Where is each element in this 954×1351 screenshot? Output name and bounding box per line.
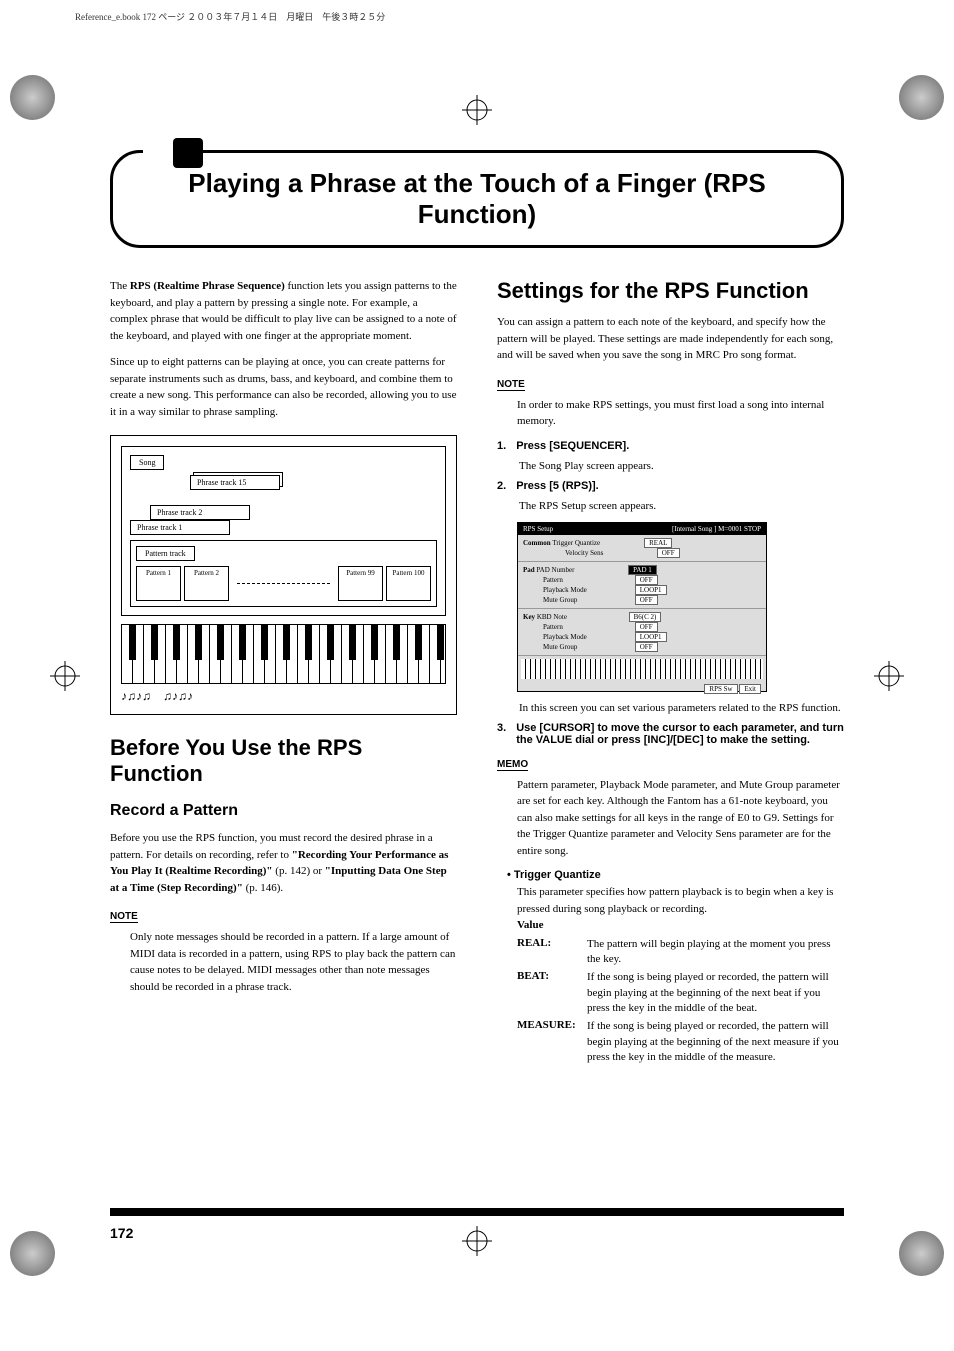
intro-paragraph-2: Since up to eight patterns can be playin… (110, 354, 457, 420)
screen-title: RPS Setup (523, 525, 553, 533)
value-beat-label: BEAT: (517, 970, 582, 1016)
value-beat-desc: If the song is being played or recorded,… (587, 970, 844, 1016)
intro-paragraph-1: The RPS (Realtime Phrase Sequence) funct… (110, 278, 457, 344)
screen-common: Common (523, 539, 551, 547)
header-filename-info: Reference_e.book 172 ページ ２００３年７月１４日 月曜日 … (75, 10, 385, 23)
value-real-label: REAL: (517, 937, 582, 968)
screen-kbdnote: KBD Note (537, 613, 627, 621)
step2-desc: The RPS Setup screen appears. (519, 500, 844, 512)
screen-kpattern-val: OFF (635, 622, 658, 632)
left-column: The RPS (Realtime Phrase Sequence) funct… (110, 278, 457, 1069)
step1-desc: The Song Play screen appears. (519, 460, 844, 472)
step3-text: Use [CURSOR] to move the cursor to each … (516, 722, 844, 746)
step3-number: 3. (497, 722, 506, 746)
screen-mute-val: OFF (635, 595, 658, 605)
settings-intro: You can assign a pattern to each note of… (497, 314, 844, 364)
registration-circle-tr (899, 75, 944, 120)
section-heading-before: Before You Use the RPS Function (110, 735, 457, 787)
note2-text: In order to make RPS settings, you must … (517, 397, 844, 430)
diagram-song-label: Song (130, 455, 164, 470)
title-box: Playing a Phrase at the Touch of a Finge… (110, 150, 844, 248)
right-column: Settings for the RPS Function You can as… (497, 278, 844, 1069)
value-real-desc: The pattern will begin playing at the mo… (587, 937, 844, 968)
screen-pattern: Pattern (543, 576, 633, 584)
rps-setup-screenshot: RPS Setup [Internal Song ] M=0001 STOP C… (517, 522, 767, 692)
screen-btn-exit: Exit (739, 684, 761, 694)
screen-kmute: Mute Group (543, 643, 633, 651)
rps-bold: RPS (Realtime Phrase Sequence) (130, 280, 285, 292)
section-heading-settings: Settings for the RPS Function (497, 278, 844, 304)
diagram-dashed-line (237, 583, 330, 584)
step2-text: Press [5 (RPS)]. (516, 480, 844, 492)
note2-icon: NOTE (497, 379, 525, 391)
record-pattern-paragraph: Before you use the RPS function, you mus… (110, 830, 457, 896)
screen-key: Key (523, 613, 535, 621)
screen-trigger-q-val: REAL (644, 538, 672, 548)
diagram-track2: Phrase track 2 (150, 505, 250, 520)
diagram-pattern-99: Pattern 99 (338, 566, 383, 601)
screen-pad: Pad (523, 566, 535, 574)
bullet-trigger-desc: This parameter specifies how pattern pla… (517, 884, 844, 917)
screen-kbdnote-val: B6(C 2) (629, 612, 662, 622)
screen-padnum: PAD Number (536, 566, 626, 574)
screen-playback-val: LOOP1 (635, 585, 667, 595)
value-measure-desc: If the song is being played or recorded,… (587, 1019, 844, 1065)
screen-mini-keyboard (521, 659, 763, 679)
screen-padnum-val: PAD 1 (628, 565, 657, 575)
screen-velsens: Velocity Sens (565, 549, 655, 557)
registration-circle-br (899, 1231, 944, 1276)
value-measure-label: MEASURE: (517, 1019, 582, 1065)
memo-text: Pattern parameter, Playback Mode paramet… (517, 777, 844, 860)
diagram-pattern-1: Pattern 1 (136, 566, 181, 601)
page-number: 172 (110, 1225, 133, 1241)
screen-velsens-val: OFF (657, 548, 680, 558)
value-heading: Value (517, 917, 844, 934)
diagram-pattern-track: Pattern track (136, 546, 195, 561)
registration-circle-tl (10, 75, 55, 120)
diagram-pattern-2: Pattern 2 (184, 566, 229, 601)
bullet-trigger-quantize: • Trigger Quantize (507, 869, 844, 881)
footer-bar (110, 1208, 844, 1216)
screenshot-caption: In this screen you can set various param… (519, 702, 844, 714)
screen-mute: Mute Group (543, 596, 633, 604)
screen-kplayback-val: LOOP1 (635, 632, 667, 642)
diagram-track15: Phrase track 15 (190, 475, 280, 490)
screen-kplayback: Playback Mode (543, 633, 633, 641)
diagram-keyboard (121, 624, 446, 684)
registration-circle-bl (10, 1231, 55, 1276)
step1-number: 1. (497, 440, 506, 452)
step2-number: 2. (497, 480, 506, 492)
song-diagram: Song Phrase track 16 Phrase track 15 Phr… (110, 435, 457, 715)
screen-kpattern: Pattern (543, 623, 633, 631)
screen-kmute-val: OFF (635, 642, 658, 652)
screen-playback: Playback Mode (543, 586, 633, 594)
sub-heading-record: Record a Pattern (110, 802, 457, 820)
screen-song-info: [Internal Song ] M=0001 STOP (672, 525, 761, 533)
memo-icon: MEMO (497, 759, 528, 771)
main-title: Playing a Phrase at the Touch of a Finge… (143, 168, 811, 230)
record-ref1-page: (p. 142) or (273, 865, 325, 877)
screen-pattern-val: OFF (635, 575, 658, 585)
note-icon: NOTE (110, 911, 138, 923)
screen-btn-rps: RPS Sw (704, 684, 737, 694)
record-ref2-page: (p. 146). (243, 882, 283, 894)
screen-trigger-q: Trigger Quantize (552, 539, 642, 547)
note1-text: Only note messages should be recorded in… (130, 929, 457, 995)
step1-text: Press [SEQUENCER]. (516, 440, 844, 452)
diagram-track1: Phrase track 1 (130, 520, 230, 535)
diagram-pattern-100: Pattern 100 (386, 566, 431, 601)
